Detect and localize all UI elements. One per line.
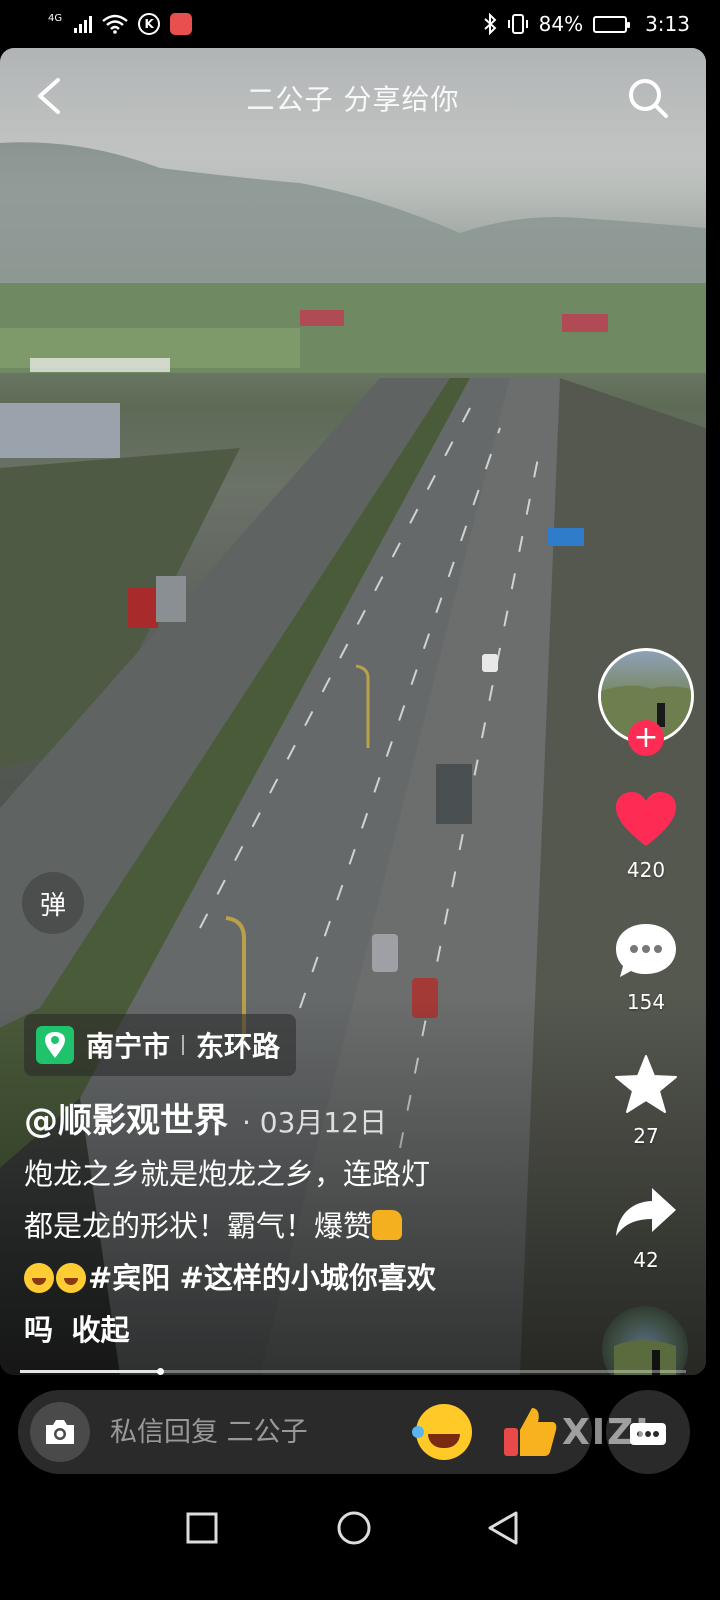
thumbs-up-emoji-button[interactable] — [502, 1404, 558, 1460]
collapse-caption-button[interactable]: 收起 — [71, 1313, 129, 1347]
status-left: 4G K — [48, 13, 193, 35]
laughing-emoji-icon — [24, 1263, 54, 1293]
caption-line-2: 都是龙的形状！霸气！爆赞 — [24, 1200, 524, 1252]
progress-knob[interactable] — [156, 1368, 164, 1375]
share-action[interactable]: 42 — [598, 1186, 694, 1272]
comment-action[interactable]: 154 — [598, 922, 694, 1014]
star-icon — [615, 1055, 677, 1113]
laughing-emoji-icon — [56, 1263, 86, 1293]
laughing-emoji-button[interactable] — [412, 1404, 472, 1460]
share-header-title: 二公子 分享给你 — [246, 83, 460, 116]
heart-icon — [616, 792, 676, 846]
vibrate-icon — [507, 14, 528, 34]
battery-icon — [593, 15, 631, 33]
reply-bar — [18, 1390, 592, 1474]
back-triangle-icon[interactable] — [482, 1506, 526, 1550]
post-date: · 03月12日 — [242, 1106, 388, 1139]
status-bar: 4G K 84% 3:13 — [0, 0, 720, 48]
search-icon[interactable] — [626, 76, 670, 120]
site-watermark: XIZI — [562, 1412, 651, 1453]
comment-count: 154 — [626, 990, 666, 1014]
camera-button[interactable] — [30, 1402, 90, 1462]
danmu-label: 弹 — [39, 890, 66, 921]
progress-fill — [20, 1370, 160, 1373]
camera-icon — [46, 1420, 74, 1444]
author-line: @顺影观世界 · 03月12日 — [24, 1093, 387, 1142]
clock: 3:13 — [645, 12, 690, 36]
bluetooth-icon — [483, 13, 497, 35]
location-city: 南宁市 — [86, 1030, 171, 1063]
system-nav-bar — [0, 1480, 720, 1600]
caption-line-4: 吗 收起 — [24, 1304, 524, 1356]
caption-line-1: 炮龙之乡就是炮龙之乡，连路灯 — [24, 1157, 431, 1191]
location-pin-icon — [36, 1026, 74, 1064]
video-player[interactable]: 二公子 分享给你 弹 + 420 154 27 42 南宁市 东环路 @顺影观世… — [0, 48, 706, 1375]
plus-icon: + — [633, 720, 659, 755]
favorite-action[interactable]: 27 — [598, 1054, 694, 1148]
danmu-toggle-button[interactable]: 弹 — [22, 872, 84, 934]
home-icon[interactable] — [332, 1506, 376, 1550]
reply-input[interactable] — [110, 1416, 400, 1448]
caption-line-3: #宾阳 #这样的小城你喜欢 — [24, 1252, 524, 1304]
k-app-icon: K — [138, 13, 161, 35]
thumbs-up-emoji-icon — [372, 1210, 403, 1240]
follow-button[interactable]: + — [628, 720, 664, 756]
top-gradient — [0, 48, 706, 188]
like-count: 420 — [626, 858, 666, 882]
comment-icon — [616, 924, 676, 977]
wifi-icon — [102, 14, 128, 34]
share-count: 42 — [633, 1248, 659, 1272]
location-road: 东环路 — [196, 1030, 281, 1063]
video-progress-bar[interactable] — [20, 1368, 686, 1375]
status-right: 84% 3:13 — [483, 12, 690, 36]
share-icon — [616, 1188, 676, 1236]
recent-apps-icon[interactable] — [180, 1506, 224, 1550]
favorite-count: 27 — [633, 1124, 659, 1148]
caption-line-3-tail: 吗 — [24, 1313, 54, 1347]
like-action[interactable]: 420 — [598, 790, 694, 882]
notification-app-icon — [170, 13, 193, 35]
battery-percent: 84% — [538, 12, 584, 36]
network-type: 4G — [48, 13, 63, 24]
author-name[interactable]: @顺影观世界 — [24, 1093, 228, 1142]
hashtag-binyang[interactable]: #宾阳 — [88, 1261, 170, 1295]
caption-line-2-text: 都是龙的形状！霸气！爆赞 — [24, 1209, 373, 1243]
location-divider — [182, 1035, 185, 1055]
hashtag-small-city[interactable]: #这样的小城你喜欢 — [180, 1261, 436, 1295]
signal-icon — [74, 15, 93, 33]
post-caption: 炮龙之乡就是炮龙之乡，连路灯 都是龙的形状！霸气！爆赞 #宾阳 #这样的小城你喜… — [24, 1148, 524, 1356]
location-chip[interactable]: 南宁市 东环路 — [24, 1014, 297, 1076]
